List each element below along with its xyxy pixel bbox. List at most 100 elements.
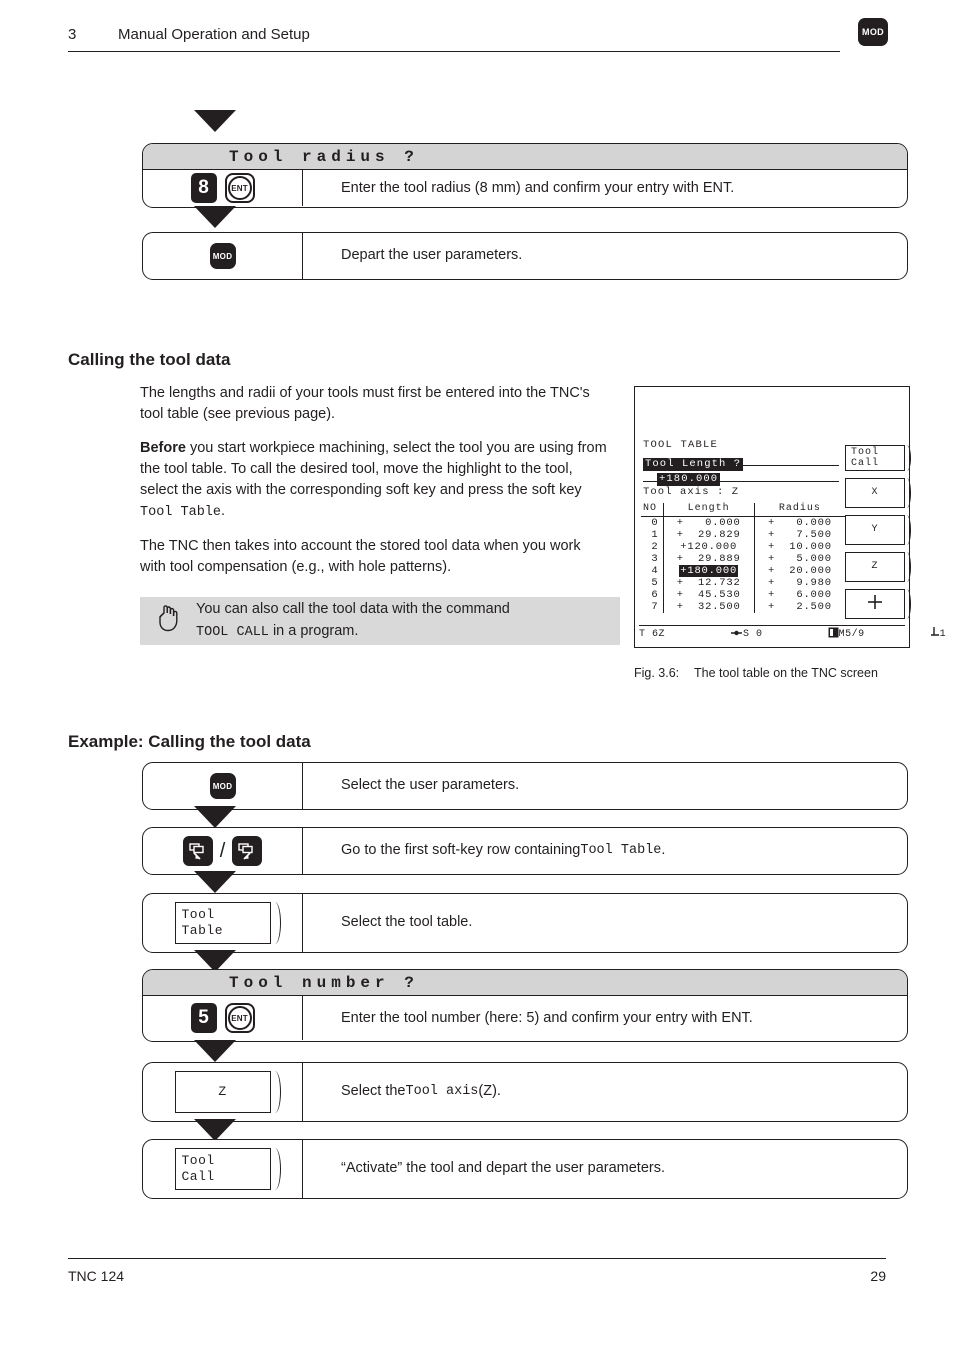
key-cell: Z bbox=[143, 1063, 303, 1121]
step-description: Go to the first soft-key row containing … bbox=[303, 828, 907, 874]
paragraph-2-text-b: . bbox=[221, 503, 226, 520]
table-row: 0 + 0.000 + 0.000 bbox=[641, 516, 845, 529]
softkey-tool-call[interactable]: Tool Call bbox=[174, 1148, 281, 1190]
softkey-line-2: Call bbox=[851, 458, 880, 469]
cell-tool-number: 7 bbox=[641, 601, 664, 613]
screen-softkey-column: Tool Call X Y Z bbox=[845, 445, 911, 619]
tool-radius-prompt-card: Tool radius ? 8 ENT Enter the tool radiu… bbox=[142, 143, 908, 208]
softkey-tail bbox=[269, 1071, 281, 1113]
step-description: Enter the tool radius (8 mm) and confirm… bbox=[341, 180, 735, 196]
softkey-label: Y bbox=[871, 524, 879, 536]
screen-tool-table: NO Length Radius 0 + 0.000 + 0.000 1 + 29.82… bbox=[641, 503, 845, 613]
column-header-radius: Radius bbox=[754, 503, 845, 517]
flow-arrow bbox=[194, 110, 236, 132]
cell-length: + 29.829 bbox=[663, 529, 755, 541]
figure-label: Fig. 3.6: bbox=[634, 666, 680, 680]
screen-softkey-datum[interactable] bbox=[845, 589, 911, 619]
key-cell: 5 ENT bbox=[143, 996, 303, 1040]
column-header-length: Length bbox=[663, 503, 755, 517]
tnc-screen-content: TOOL TABLE Tool Length ? +180.000 Tool a… bbox=[635, 387, 946, 647]
key-separator: / bbox=[219, 839, 226, 862]
cell-tool-number: 2 bbox=[641, 541, 664, 553]
screen-title: TOOL TABLE bbox=[643, 439, 719, 451]
flow-arrow bbox=[194, 871, 236, 893]
section-body: The lengths and radii of your tools must… bbox=[140, 383, 610, 591]
manual-page: 3 Manual Operation and Setup MOD Tool ra… bbox=[0, 0, 954, 1348]
screen-value-row: +180.000 bbox=[643, 468, 839, 486]
tool-axis-ref: Tool axis bbox=[405, 1083, 479, 1099]
softkey-tail bbox=[903, 515, 911, 545]
step-description: Select the Tool axis (Z). bbox=[303, 1063, 907, 1121]
cell-radius: + 10.000 bbox=[767, 541, 832, 553]
example-heading: Example: Calling the tool data bbox=[68, 732, 311, 751]
cell-length: +120.000 bbox=[663, 541, 755, 553]
mod-key-icon: MOD bbox=[858, 18, 888, 46]
step-text-a: Select the bbox=[341, 1083, 406, 1100]
cell-tool-number: 6 bbox=[641, 589, 664, 601]
ent-key[interactable]: ENT bbox=[224, 173, 255, 203]
example-step-select-user-parameters: MOD Select the user parameters. bbox=[142, 762, 908, 810]
footer-product: TNC 124 bbox=[68, 1268, 125, 1284]
pointing-hand-icon bbox=[154, 604, 180, 639]
header-rule bbox=[68, 51, 840, 52]
numeric-key-8[interactable]: 8 bbox=[190, 173, 217, 203]
figure-caption-text: The tool table on the TNC screen bbox=[694, 666, 878, 680]
ent-key[interactable]: ENT bbox=[224, 1003, 255, 1033]
mode-block-icon bbox=[763, 616, 839, 653]
depart-parameters-step: MOD Depart the user parameters. bbox=[142, 232, 908, 280]
column-header-no: NO bbox=[641, 503, 664, 517]
screen-softkey-y[interactable]: Y bbox=[845, 515, 911, 545]
table-row: 6 + 45.530 + 6.000 bbox=[641, 589, 845, 601]
step-description: “Activate” the tool and depart the user … bbox=[341, 1160, 666, 1177]
screen-prompt-row: Tool Length ? bbox=[643, 453, 839, 471]
cell-radius: + 2.500 bbox=[767, 601, 832, 613]
cell-radius: + 7.500 bbox=[767, 529, 832, 541]
before-emphasis: Before bbox=[140, 440, 186, 457]
numeric-key-5[interactable]: 5 bbox=[190, 1003, 217, 1033]
cell-tool-number: 4 bbox=[641, 565, 664, 577]
mod-key-icon[interactable]: MOD bbox=[209, 243, 236, 269]
key-cell: Tool Call bbox=[143, 1140, 303, 1198]
key-cell: / bbox=[143, 828, 303, 874]
cell-tool-number: 5 bbox=[641, 577, 664, 589]
cell-radius: + 9.980 bbox=[767, 577, 832, 589]
screen-softkey-z[interactable]: Z bbox=[845, 552, 911, 582]
key-cell: MOD bbox=[143, 233, 303, 279]
softkey-tail bbox=[903, 478, 911, 508]
paragraph-3: The TNC then takes into account the stor… bbox=[140, 537, 581, 575]
softkey-tail bbox=[903, 552, 911, 582]
tool-call-command: TOOL CALL bbox=[196, 624, 269, 640]
softkey-line-1: Tool bbox=[851, 446, 880, 458]
softkey-tool-table[interactable]: Tool Table bbox=[174, 902, 281, 944]
softkey-axis-z[interactable]: Z bbox=[174, 1071, 281, 1113]
cell-length: + 32.500 bbox=[663, 601, 755, 613]
softkey-tail bbox=[903, 589, 911, 619]
softkey-line-1: Tool bbox=[181, 906, 215, 922]
key-cell: Tool Table bbox=[143, 894, 303, 952]
step-description: Depart the user parameters. bbox=[341, 247, 523, 264]
flow-arrow bbox=[194, 206, 236, 228]
softkey-label: X bbox=[871, 487, 879, 499]
screen-softkey-x[interactable]: X bbox=[845, 478, 911, 508]
example-step-tool-call: Tool Call “Activate” the tool and depart… bbox=[142, 1139, 908, 1199]
step-text-a: Go to the first soft-key row containing bbox=[341, 842, 581, 859]
chapter-number: 3 bbox=[68, 26, 77, 43]
screen-tool-axis: Tool axis : Z bbox=[643, 486, 740, 498]
screen-softkey-tool-call[interactable]: Tool Call bbox=[845, 445, 911, 471]
status-tool: T 6 bbox=[639, 629, 659, 640]
softkey-row-right-icon[interactable] bbox=[232, 836, 263, 866]
chapter-title: Manual Operation and Setup bbox=[118, 26, 310, 43]
softkey-tail bbox=[269, 1148, 281, 1190]
tool-radius-prompt-bar: Tool radius ? bbox=[143, 144, 907, 170]
softkey-line-2: Table bbox=[181, 923, 224, 938]
mod-key-icon[interactable]: MOD bbox=[209, 773, 236, 799]
cell-length: +180.000 bbox=[663, 565, 755, 577]
softkey-label: Z bbox=[218, 1083, 227, 1099]
cell-tool-number: 1 bbox=[641, 529, 664, 541]
softkey-line-2: Call bbox=[181, 1169, 215, 1184]
table-row: 5 + 12.732 + 9.980 bbox=[641, 577, 845, 589]
status-misc-functions: M5/9 bbox=[838, 629, 865, 640]
ent-key-label: ENT bbox=[227, 176, 252, 200]
softkey-row-left-icon[interactable] bbox=[182, 836, 213, 866]
cell-tool-number: 3 bbox=[641, 553, 664, 565]
